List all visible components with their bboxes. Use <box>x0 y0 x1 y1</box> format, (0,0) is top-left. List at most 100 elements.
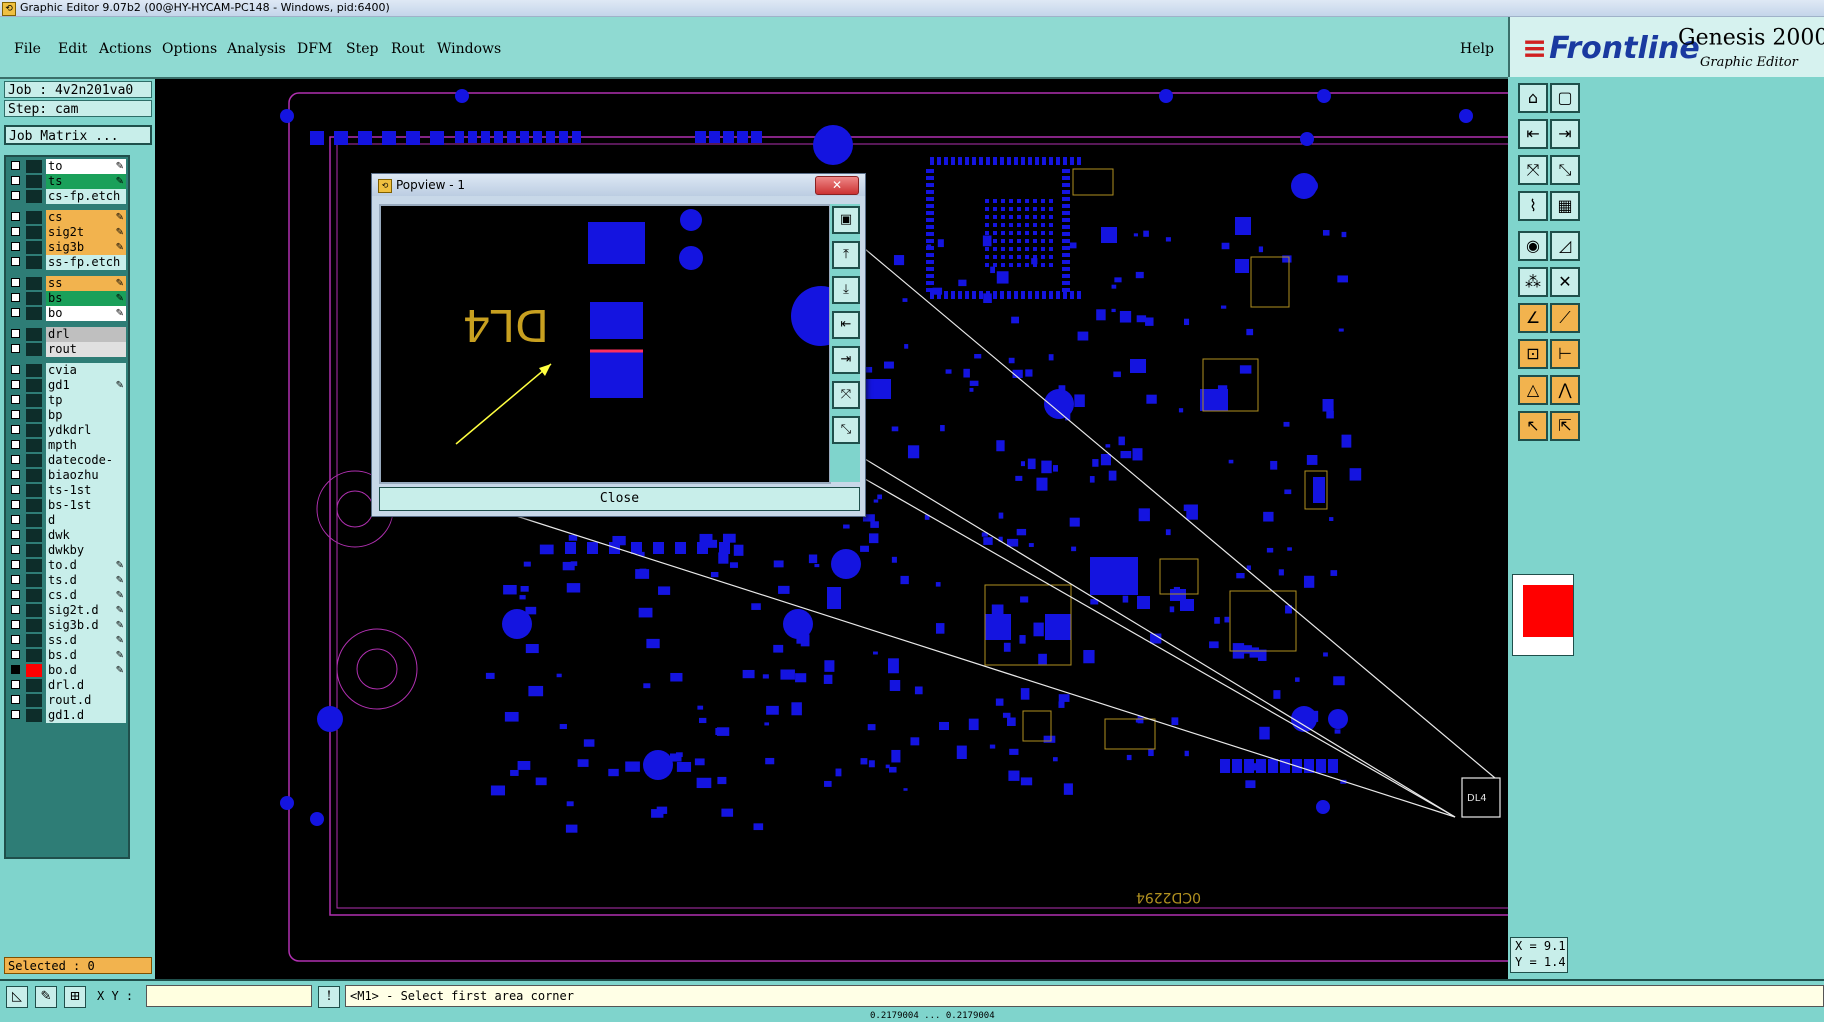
menu-windows[interactable]: Windows <box>437 41 501 57</box>
layer-row-sig2t-d[interactable]: sig2t.d ✎ <box>6 603 128 618</box>
layer-row-bo[interactable]: bo ✎ <box>6 306 128 321</box>
layer-checkbox[interactable] <box>11 635 20 644</box>
menu-dfm[interactable]: DFM <box>297 41 332 57</box>
layer-color-swatch[interactable] <box>26 529 42 542</box>
layer-name[interactable]: cs <box>46 210 126 225</box>
layer-color-swatch[interactable] <box>26 394 42 407</box>
popview-pan-left-icon[interactable]: ⇤ <box>832 311 860 339</box>
layer-color-swatch[interactable] <box>26 589 42 602</box>
layer-name[interactable]: tp <box>46 393 126 408</box>
layer-color-swatch[interactable] <box>26 439 42 452</box>
layer-checkbox[interactable] <box>11 455 20 464</box>
layer-color-swatch[interactable] <box>26 634 42 647</box>
layer-checkbox[interactable] <box>11 620 20 629</box>
layer-checkbox[interactable] <box>11 575 20 584</box>
segment-icon[interactable]: ⊢ <box>1550 339 1580 369</box>
layer-row-to[interactable]: to ✎ <box>6 159 128 174</box>
layer-checkbox[interactable] <box>11 425 20 434</box>
layer-name[interactable]: rout.d <box>46 693 126 708</box>
menu-help[interactable]: Help <box>1460 41 1494 57</box>
layer-row-sig2t[interactable]: sig2t ✎ <box>6 225 128 240</box>
layer-name[interactable]: ss-fp.etch <box>46 255 126 270</box>
cross-icon[interactable]: ✕ <box>1550 267 1580 297</box>
menu-edit[interactable]: Edit <box>58 41 87 57</box>
layer-checkbox[interactable] <box>11 650 20 659</box>
layer-color-swatch[interactable] <box>26 160 42 173</box>
layer-row-ts-1st[interactable]: ts-1st <box>6 483 128 498</box>
layer-color-swatch[interactable] <box>26 256 42 269</box>
layer-color-swatch[interactable] <box>26 454 42 467</box>
layer-row-ts-d[interactable]: ts.d ✎ <box>6 573 128 588</box>
menu-actions[interactable]: Actions <box>99 41 152 57</box>
layer-checkbox[interactable] <box>11 212 20 221</box>
layer-name[interactable]: drl.d <box>46 678 126 693</box>
layer-color-swatch[interactable] <box>26 514 42 527</box>
grid-mode-icon[interactable]: ⊞ <box>64 986 86 1008</box>
layer-row-drl-d[interactable]: drl.d <box>6 678 128 693</box>
edit-mode-icon[interactable]: ✎ <box>35 986 57 1008</box>
layer-color-swatch[interactable] <box>26 484 42 497</box>
layer-row-bs-d[interactable]: bs.d ✎ <box>6 648 128 663</box>
layer-name[interactable]: ss.d <box>46 633 126 648</box>
layer-checkbox[interactable] <box>11 710 20 719</box>
layer-name[interactable]: biaozhu <box>46 468 126 483</box>
job-matrix-button[interactable]: Job Matrix ... <box>4 125 152 145</box>
layer-color-swatch[interactable] <box>26 190 42 203</box>
layer-checkbox[interactable] <box>11 380 20 389</box>
zoom-fit-icon[interactable]: ⤧ <box>1518 155 1548 185</box>
layer-color-swatch[interactable] <box>26 559 42 572</box>
layer-name[interactable]: sig3b <box>46 240 126 255</box>
layer-color-swatch[interactable] <box>26 664 42 677</box>
layer-name[interactable]: to <box>46 159 126 174</box>
popview-zoom-out-icon[interactable]: ⤡ <box>832 416 860 444</box>
angle-icon[interactable]: ∠ <box>1518 303 1548 333</box>
layer-row-gd1-d[interactable]: gd1.d <box>6 708 128 723</box>
layer-checkbox[interactable] <box>11 293 20 302</box>
layer-color-swatch[interactable] <box>26 277 42 290</box>
popview-pan-up-icon[interactable]: ⤒ <box>832 241 860 269</box>
layer-row-bp[interactable]: bp <box>6 408 128 423</box>
layer-row-cs-fp-etch[interactable]: cs-fp.etch <box>6 189 128 204</box>
layer-name[interactable]: bo.d <box>46 663 126 678</box>
layer-row-ydkdrl[interactable]: ydkdrl <box>6 423 128 438</box>
layer-checkbox[interactable] <box>11 410 20 419</box>
polygon-icon[interactable]: ⋀ <box>1550 375 1580 405</box>
layer-name[interactable]: rout <box>46 342 126 357</box>
layer-row-gd1[interactable]: gd1 ✎ <box>6 378 128 393</box>
layer-checkbox[interactable] <box>11 227 20 236</box>
layer-color-swatch[interactable] <box>26 694 42 707</box>
layer-color-swatch[interactable] <box>26 499 42 512</box>
layer-name[interactable]: cs.d <box>46 588 126 603</box>
select-pad-icon[interactable]: ◉ <box>1518 231 1548 261</box>
layer-color-swatch[interactable] <box>26 328 42 341</box>
pointer-icon[interactable]: ↖ <box>1518 411 1548 441</box>
layer-row-dwkby[interactable]: dwkby <box>6 543 128 558</box>
layer-row-d[interactable]: d <box>6 513 128 528</box>
popview-pan-right-icon[interactable]: ⇥ <box>832 346 860 374</box>
layer-name[interactable]: gd1.d <box>46 708 126 723</box>
info-icon[interactable]: ! <box>318 986 340 1008</box>
layer-checkbox[interactable] <box>11 440 20 449</box>
popview-pan-down-icon[interactable]: ⤓ <box>832 276 860 304</box>
layer-color-swatch[interactable] <box>26 469 42 482</box>
layer-checkbox[interactable] <box>11 242 20 251</box>
layer-color-swatch[interactable] <box>26 343 42 356</box>
layer-checkbox[interactable] <box>11 329 20 338</box>
popview-window-icon[interactable]: ▣ <box>832 206 860 234</box>
layer-checkbox[interactable] <box>11 365 20 374</box>
layer-checkbox[interactable] <box>11 308 20 317</box>
layer-color-swatch[interactable] <box>26 574 42 587</box>
layer-checkbox[interactable] <box>11 161 20 170</box>
menu-rout[interactable]: Rout <box>391 41 425 57</box>
layer-row-ss-d[interactable]: ss.d ✎ <box>6 633 128 648</box>
xy-input[interactable] <box>146 985 312 1007</box>
layer-checkbox[interactable] <box>11 257 20 266</box>
layer-checkbox[interactable] <box>11 515 20 524</box>
layer-name[interactable]: ts <box>46 174 126 189</box>
layer-color-swatch[interactable] <box>26 226 42 239</box>
layer-color-swatch[interactable] <box>26 211 42 224</box>
layer-name[interactable]: ss <box>46 276 126 291</box>
layer-color-swatch[interactable] <box>26 679 42 692</box>
snap-icon[interactable]: ⊡ <box>1518 339 1548 369</box>
layer-name[interactable]: sig2t <box>46 225 126 240</box>
